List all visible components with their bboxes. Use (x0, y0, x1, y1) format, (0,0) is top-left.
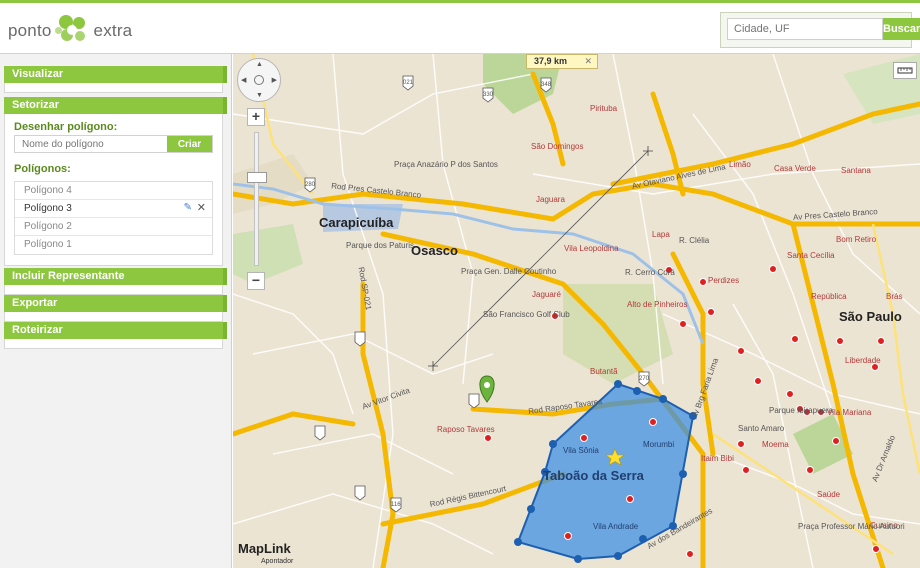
panel-exportar-body (4, 312, 223, 322)
district-label: Brás (886, 292, 903, 301)
zoom-slider-track[interactable] (254, 132, 259, 266)
polygon-list: Polígono 4 Polígono 3 ✎ ✕ Polígono 2 Pol… (14, 181, 213, 255)
district-label: Raposo Tavares (437, 425, 495, 434)
polygon-item-selected[interactable]: Polígono 3 ✎ ✕ (15, 200, 212, 218)
city-label: Carapicuíba (319, 215, 394, 230)
district-label: Butantã (590, 367, 618, 376)
panel-setorizar-body: Desenhar polígono: Criar Polígonos: Polí… (4, 114, 223, 266)
panel-incluir-representante: Incluir Representante (4, 268, 227, 295)
panel-setorizar-header[interactable]: Setorizar (4, 97, 227, 114)
city-label: Osasco (411, 243, 458, 258)
map-navigation: ▲ ▼ ◀ ▶ (237, 58, 281, 102)
district-label: Perdizes (708, 276, 740, 285)
district-label: Vila Sônia (563, 446, 599, 455)
shield-label: 330 (483, 92, 494, 98)
create-polygon-button[interactable]: Criar (167, 136, 212, 152)
close-icon[interactable]: ✕ (584, 56, 592, 67)
app-root: ponto extra Buscar Visualizar Setorizar (0, 0, 920, 568)
district-label: Jaguara (536, 195, 565, 204)
panel-roteirizar-header[interactable]: Roteirizar (4, 322, 227, 339)
draw-polygon-label: Desenhar polígono: (14, 121, 118, 133)
distance-tooltip: 37,9 km ✕ (526, 54, 598, 69)
panel-exportar-header[interactable]: Exportar (4, 295, 227, 312)
street-label: R. Cerro Corá (625, 268, 675, 277)
distance-value: 37,9 km (534, 56, 568, 66)
shield-label: 021 (403, 80, 414, 86)
panel-roteirizar: Roteirizar (4, 322, 227, 349)
district-label: Bom Retiro (836, 235, 877, 244)
district-label: São Domingos (531, 142, 584, 151)
ruler-icon[interactable] (893, 62, 917, 79)
polygon-item[interactable]: Polígono 1 (15, 236, 212, 254)
district-label: Alto de Pinheiros (627, 300, 688, 309)
street-label: R. Clélia (679, 236, 710, 245)
polygon-item[interactable]: Polígono 2 (15, 218, 212, 236)
panel-roteirizar-body (4, 339, 223, 349)
polygon-item[interactable]: Polígono 4 (15, 182, 212, 200)
pencil-icon[interactable]: ✎ (184, 202, 192, 213)
city-search: Buscar (720, 12, 920, 48)
polygon-name-input[interactable] (15, 136, 167, 152)
polygons-label: Polígonos: (14, 163, 71, 175)
district-label: Santa Cecília (787, 251, 835, 260)
district-label: República (811, 292, 847, 301)
district-label: Vila Andrade (593, 522, 639, 531)
maplink-logo: MapLink (238, 541, 291, 556)
polygon-item-label: Polígono 1 (24, 239, 72, 250)
panel-visualizar-header[interactable]: Visualizar (4, 66, 227, 83)
shield-label: 116 (391, 502, 401, 508)
shield-label: 280 (305, 182, 316, 188)
district-label: Santana (841, 166, 871, 175)
logo-word-ponto: ponto (8, 21, 52, 40)
district-label: Lapa (652, 230, 670, 239)
polygon-area-label: Taboão da Serra (543, 468, 644, 483)
city-label: São Paulo (839, 309, 902, 324)
logo[interactable]: ponto extra (8, 11, 132, 51)
polygon-item-label: Polígono 2 (24, 221, 72, 232)
landmark-label: Praça Gen. Dalle Coutinho (461, 267, 557, 276)
district-label: Vila Leopoldina (564, 244, 619, 253)
landmark-label: São Francisco Golf Club (483, 310, 570, 319)
district-label: Liberdade (845, 356, 881, 365)
pan-compass-icon[interactable]: ▲ ▼ ◀ ▶ (237, 58, 281, 102)
landmark-label: Praça Anazário P dos Santos (394, 160, 498, 169)
panel-setorizar: Setorizar Desenhar polígono: Criar Políg… (4, 97, 227, 266)
polygon-item-label: Polígono 3 (24, 203, 72, 214)
shield-label: 270 (639, 376, 650, 382)
district-label: Limão (729, 160, 751, 169)
district-label: Jaguaré (532, 290, 561, 299)
polygon-item-label: Polígono 4 (24, 185, 72, 196)
zoom-out-button[interactable]: − (247, 272, 265, 290)
district-label: Itaim Bibi (701, 454, 734, 463)
maplink-sublabel: Apontador (261, 558, 294, 565)
panel-visualizar: Visualizar (4, 66, 227, 93)
logo-word-extra: extra (93, 21, 133, 40)
district-label: Pirituba (590, 104, 618, 113)
close-icon[interactable]: ✕ (197, 201, 206, 214)
header: ponto extra Buscar (0, 0, 920, 54)
district-label: Santo Amaro (738, 424, 785, 433)
zoom-in-button[interactable]: + (247, 108, 265, 126)
district-label: Moema (762, 440, 789, 449)
sidebar: Visualizar Setorizar Desenhar polígono: … (0, 54, 232, 568)
panel-visualizar-body (4, 83, 223, 93)
landmark-label: Parque dos Paturis (346, 241, 415, 250)
district-label: Saúde (817, 490, 841, 499)
panel-exportar: Exportar (4, 295, 227, 322)
panel-incluir-header[interactable]: Incluir Representante (4, 268, 227, 285)
district-label: Vila Mariana (827, 408, 872, 417)
district-label: Morumbi (643, 440, 675, 449)
zoom-slider-handle[interactable] (247, 172, 267, 183)
logo-dots-icon (53, 11, 93, 51)
panel-incluir-body (4, 285, 223, 295)
district-label: Casa Verde (774, 164, 816, 173)
search-button[interactable]: Buscar (883, 18, 920, 40)
landmark-label: Praça Professor Mário Autuori (798, 522, 905, 531)
polygon-name-row: Criar (14, 135, 213, 153)
map-canvas[interactable]: 021 330 348 280 270 116 Carapicuíba Osas… (233, 54, 920, 568)
city-search-input[interactable] (727, 18, 883, 40)
district-label: Parque Ibirapuera (769, 406, 834, 415)
shield-label: 348 (541, 82, 552, 88)
